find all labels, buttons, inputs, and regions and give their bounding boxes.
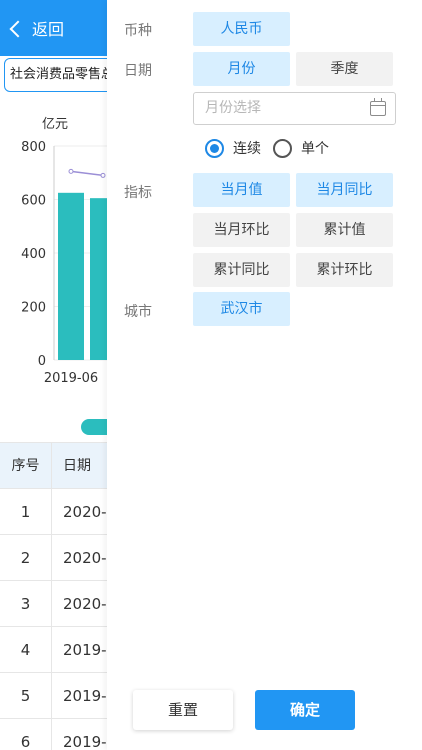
line-point: [100, 172, 106, 178]
month-select-input[interactable]: 月份选择: [193, 92, 396, 125]
date-option-month[interactable]: 月份: [193, 52, 290, 86]
indicator-option-cumulative-mom[interactable]: 累计环比: [296, 253, 393, 287]
row-index: 1: [0, 489, 52, 535]
row-index: 2: [0, 535, 52, 581]
y-tick-label: 600: [21, 194, 46, 209]
back-button[interactable]: 返回: [9, 14, 65, 42]
y-tick-label: 400: [21, 247, 46, 262]
indicator-option-monthly-value[interactable]: 当月值: [193, 173, 290, 207]
bar: [58, 192, 84, 360]
y-tick-label: 800: [21, 140, 46, 155]
y-tick-label: 200: [21, 301, 46, 316]
month-select-placeholder: 月份选择: [205, 100, 261, 116]
chevron-left-icon: [9, 20, 27, 37]
currency-label: 币种: [124, 23, 152, 39]
city-label: 城市: [124, 304, 152, 320]
radio-continuous-label: 连续: [233, 141, 261, 157]
indicator-option-cumulative-value[interactable]: 累计值: [296, 213, 393, 247]
indicator-option-cumulative-yoy[interactable]: 累计同比: [193, 253, 290, 287]
radio-unchecked-icon: [273, 138, 292, 158]
row-index: 3: [0, 581, 52, 627]
column-header-index: 序号: [0, 443, 52, 489]
radio-checked-icon: [205, 138, 224, 158]
back-label: 返回: [32, 20, 65, 39]
row-index: 4: [0, 627, 52, 673]
filter-drawer: 币种 人民币 日期 月份 季度 月份选择 连续 单个 指标 当月值 当月同比 当…: [107, 0, 422, 750]
indicator-option-monthly-mom[interactable]: 当月环比: [193, 213, 290, 247]
radio-continuous[interactable]: 连续: [205, 137, 261, 159]
series-line: [70, 170, 104, 177]
calendar-icon[interactable]: [370, 98, 386, 116]
x-tick-label: 2019-06: [44, 371, 98, 386]
y-axis-unit-label: 亿元: [42, 117, 68, 132]
row-index: 5: [0, 673, 52, 719]
row-index: 6: [0, 719, 52, 750]
indicator-option-monthly-yoy[interactable]: 当月同比: [296, 173, 393, 207]
date-label: 日期: [124, 63, 152, 79]
date-option-quarter[interactable]: 季度: [296, 52, 393, 86]
line-point: [68, 168, 74, 174]
city-option-wuhan[interactable]: 武汉市: [193, 292, 290, 326]
confirm-button[interactable]: 确定: [255, 690, 355, 730]
indicator-label: 指标: [124, 185, 152, 201]
radio-single[interactable]: 单个: [273, 137, 329, 159]
y-tick-label: 0: [38, 354, 46, 369]
reset-button[interactable]: 重置: [133, 690, 233, 730]
currency-option-rmb[interactable]: 人民币: [193, 12, 290, 46]
radio-single-label: 单个: [301, 141, 329, 157]
